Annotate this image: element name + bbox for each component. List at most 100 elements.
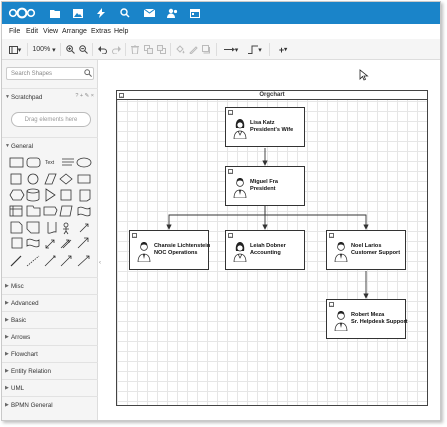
sidebar-section-flowchart[interactable]: ▶ Flowchart <box>2 345 98 361</box>
section-label: Arrows <box>11 334 31 341</box>
collapsed-triangle-icon: ▶ <box>5 300 9 306</box>
general-label: General <box>11 143 34 150</box>
node-title: Sr. Helpdesk Support <box>351 319 408 325</box>
org-node[interactable]: – Lisa Katz President's Wife <box>225 107 305 147</box>
menu-file[interactable]: File <box>9 28 20 35</box>
shapes-sidebar: Search Shapes ▼ Scratchpad ? + ✎ × Drag … <box>2 60 98 420</box>
sidebar-section-uml[interactable]: ▶ UML <box>2 379 98 395</box>
photos-icon[interactable] <box>71 6 85 20</box>
menu-view[interactable]: View <box>43 28 58 35</box>
to-front-icon[interactable] <box>143 43 153 56</box>
menu-edit[interactable]: Edit <box>26 28 38 35</box>
svg-text:Text: Text <box>45 160 55 166</box>
shadow-icon[interactable] <box>201 43 211 56</box>
zoom-select[interactable]: 100% ▾ <box>32 43 56 56</box>
node-name: Chansie Lichtenstein <box>154 243 211 249</box>
collapse-icon[interactable]: – <box>329 302 334 307</box>
collapsed-triangle-icon: ▶ <box>5 317 9 323</box>
collapsed-triangle-icon: ▶ <box>5 385 9 391</box>
calendar-icon[interactable] <box>188 6 202 20</box>
sidebar-section-arrows[interactable]: ▶ Arrows <box>2 328 98 344</box>
search-icon[interactable] <box>118 6 132 20</box>
collapse-sidebar-icon[interactable]: ‹ <box>99 260 101 266</box>
search-icon[interactable] <box>84 69 92 77</box>
scratchpad-dropzone[interactable]: Drag elements here <box>11 112 91 127</box>
scratchpad-actions[interactable]: ? + ✎ × <box>75 93 94 99</box>
male-avatar-icon <box>334 242 348 262</box>
node-title: President <box>250 186 276 192</box>
node-title: NOC Operations <box>154 250 198 256</box>
redo-icon[interactable] <box>111 43 121 56</box>
node-name: Leiah Dobner <box>250 243 286 249</box>
collapsed-triangle-icon: ▶ <box>5 368 9 374</box>
scratchpad-label: Scratchpad <box>11 94 43 101</box>
app-header <box>2 2 440 24</box>
format-panel-toggle-icon[interactable]: ▾ <box>7 43 23 56</box>
general-section[interactable]: ▼ General <box>2 137 98 153</box>
menu-extras[interactable]: Extras <box>91 28 111 35</box>
waypoint-style-icon[interactable]: ▾ <box>245 43 265 56</box>
male-avatar-icon <box>334 311 348 331</box>
fill-color-icon[interactable] <box>175 43 185 56</box>
mouse-cursor-icon <box>359 69 369 81</box>
node-title: President's Wife <box>250 127 294 133</box>
container-title[interactable]: – Orgchart <box>117 91 427 100</box>
collapse-icon[interactable]: – <box>228 233 233 238</box>
contacts-icon[interactable] <box>165 6 179 20</box>
menu-arrange[interactable]: Arrange <box>62 28 87 35</box>
menu-bar: File Edit View Arrange Extras Help <box>2 25 440 39</box>
files-icon[interactable] <box>48 6 62 20</box>
connection-style-icon[interactable]: ▾ <box>221 43 241 56</box>
zoom-in-icon[interactable] <box>65 43 75 56</box>
zoom-value: 100% <box>32 46 51 53</box>
general-shapes-palette[interactable]: Text <box>8 154 94 274</box>
sidebar-section-basic[interactable]: ▶ Basic <box>2 311 98 327</box>
sidebar-section-bpmn-general[interactable]: ▶ BPMN General <box>2 396 98 412</box>
collapsed-triangle-icon: ▶ <box>5 334 9 340</box>
collapse-icon[interactable]: – <box>228 110 233 115</box>
app-window: File Edit View Arrange Extras Help ▾ 100… <box>1 1 441 421</box>
female-avatar-icon <box>233 119 247 139</box>
collapse-icon[interactable]: – <box>119 93 124 98</box>
container-title-text: Orgchart <box>259 92 285 98</box>
org-node[interactable]: – Noel Larios Customer Support <box>326 230 406 270</box>
activity-icon[interactable] <box>94 6 108 20</box>
collapse-icon[interactable]: – <box>329 233 334 238</box>
node-name: Lisa Katz <box>250 120 275 126</box>
expand-triangle-icon: ▼ <box>5 94 10 100</box>
male-avatar-icon <box>137 242 151 262</box>
sidebar-section-entity-relation[interactable]: ▶ Entity Relation <box>2 362 98 378</box>
node-name: Noel Larios <box>351 243 382 249</box>
section-label: Basic <box>11 317 27 324</box>
insert-button[interactable]: + ▾ <box>274 43 292 56</box>
collapsed-triangle-icon: ▶ <box>5 402 9 408</box>
node-title: Customer Support <box>351 250 401 256</box>
mail-icon[interactable] <box>142 6 156 20</box>
male-avatar-icon <box>233 178 247 198</box>
zoom-out-icon[interactable] <box>78 43 88 56</box>
section-label: UML <box>11 385 25 392</box>
search-shapes-input[interactable]: Search Shapes <box>6 67 94 80</box>
collapse-icon[interactable]: – <box>132 233 137 238</box>
collapsed-triangle-icon: ▶ <box>5 351 9 357</box>
section-label: Flowchart <box>11 351 38 358</box>
scratchpad-section[interactable]: ▼ Scratchpad ? + ✎ × <box>2 88 98 104</box>
org-node[interactable]: – Leiah Dobner Accounting <box>225 230 305 270</box>
org-node[interactable]: – Miguel Fra President <box>225 166 305 206</box>
section-label: Misc <box>11 283 24 290</box>
nextcloud-logo-icon[interactable] <box>8 7 36 19</box>
node-title: Accounting <box>250 250 281 256</box>
to-back-icon[interactable] <box>156 43 166 56</box>
collapse-icon[interactable]: – <box>228 169 233 174</box>
line-color-icon[interactable] <box>188 43 198 56</box>
sidebar-section-advanced[interactable]: ▶ Advanced <box>2 294 98 310</box>
undo-icon[interactable] <box>97 43 107 56</box>
delete-icon[interactable] <box>130 43 140 56</box>
org-node[interactable]: – Robert Meza Sr. Helpdesk Support <box>326 299 408 339</box>
sidebar-section-misc[interactable]: ▶ Misc <box>2 277 98 293</box>
female-avatar-icon <box>233 242 247 262</box>
collapsed-triangle-icon: ▶ <box>5 283 9 289</box>
menu-help[interactable]: Help <box>114 28 128 35</box>
section-label: Advanced <box>11 300 39 307</box>
org-node[interactable]: – Chansie Lichtenstein NOC Operations <box>129 230 211 270</box>
